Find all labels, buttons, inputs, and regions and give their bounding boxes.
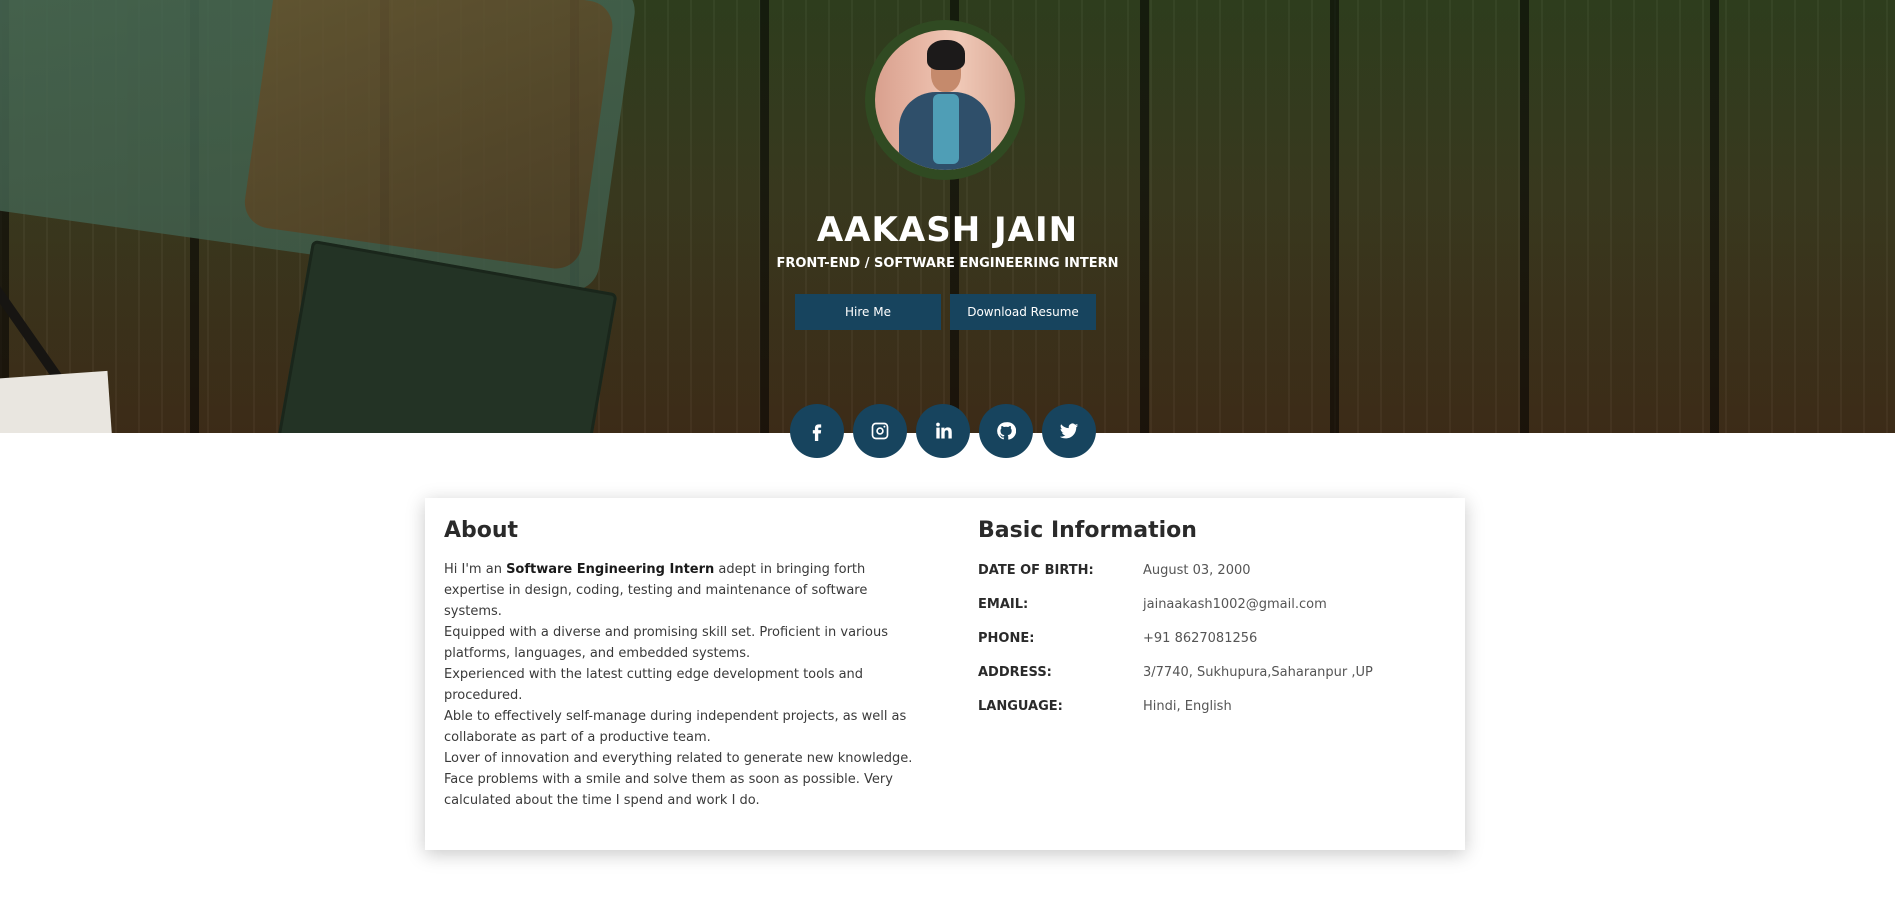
social-links — [790, 404, 1096, 458]
about-paragraph-5: Lover of innovation and everything relat… — [444, 751, 913, 808]
profile-name: AAKASH JAIN — [816, 210, 1079, 250]
hero-section: AAKASH JAIN FRONT-END / SOFTWARE ENGINEE… — [0, 0, 1895, 433]
about-paragraph-4: Able to effectively self-manage during i… — [444, 709, 907, 745]
about-section: About Hi I'm an Software Engineering Int… — [444, 518, 914, 811]
info-value: August 03, 2000 — [1143, 562, 1251, 578]
instagram-icon — [871, 422, 889, 440]
info-value: jainaakash1002@gmail.com — [1143, 596, 1327, 612]
info-label: EMAIL: — [978, 596, 1029, 612]
about-paragraph-3: Experienced with the latest cutting edge… — [444, 667, 864, 703]
info-value: Hindi, English — [1143, 698, 1232, 714]
basic-info-heading: Basic Information — [978, 518, 1197, 543]
info-row-email: EMAIL: jainaakash1002@gmail.com — [978, 587, 1448, 621]
github-link[interactable] — [979, 404, 1033, 458]
basic-info-section: Basic Information DATE OF BIRTH: August … — [978, 518, 1448, 723]
avatar — [875, 30, 1015, 170]
info-label: DATE OF BIRTH: — [978, 562, 1094, 578]
linkedin-icon — [936, 422, 952, 439]
hire-me-button[interactable]: Hire Me — [795, 294, 941, 330]
about-text: Hi I'm an Software Engineering Intern ad… — [444, 559, 914, 811]
info-row-language: LANGUAGE: Hindi, English — [978, 689, 1448, 723]
info-row-phone: PHONE: +91 8627081256 — [978, 621, 1448, 655]
facebook-icon — [812, 424, 822, 441]
profile-title: FRONT-END / SOFTWARE ENGINEERING INTERN — [776, 256, 1119, 271]
avatar-ring — [865, 20, 1025, 180]
info-row-address: ADDRESS: 3/7740, Sukhupura,Saharanpur ,U… — [978, 655, 1448, 689]
info-value: 3/7740, Sukhupura,Saharanpur ,UP — [1143, 664, 1373, 680]
download-resume-button[interactable]: Download Resume — [950, 294, 1096, 330]
info-label: ADDRESS: — [978, 664, 1052, 680]
info-row-dob: DATE OF BIRTH: August 03, 2000 — [978, 553, 1448, 587]
instagram-link[interactable] — [853, 404, 907, 458]
info-label: PHONE: — [978, 630, 1035, 646]
about-heading: About — [444, 518, 519, 543]
about-role-highlight: Software Engineering Intern — [506, 562, 715, 577]
linkedin-link[interactable] — [916, 404, 970, 458]
info-value: +91 8627081256 — [1143, 630, 1258, 646]
background-notepad-decor — [0, 370, 113, 433]
about-paragraph-intro: Hi I'm an Software Engineering Intern ad… — [444, 562, 868, 619]
facebook-link[interactable] — [790, 404, 844, 458]
info-label: LANGUAGE: — [978, 698, 1063, 714]
twitter-icon — [1059, 423, 1079, 439]
profile-card: About Hi I'm an Software Engineering Int… — [425, 498, 1465, 850]
about-paragraph-2: Equipped with a diverse and promising sk… — [444, 625, 888, 661]
twitter-link[interactable] — [1042, 404, 1096, 458]
github-icon — [997, 422, 1016, 440]
